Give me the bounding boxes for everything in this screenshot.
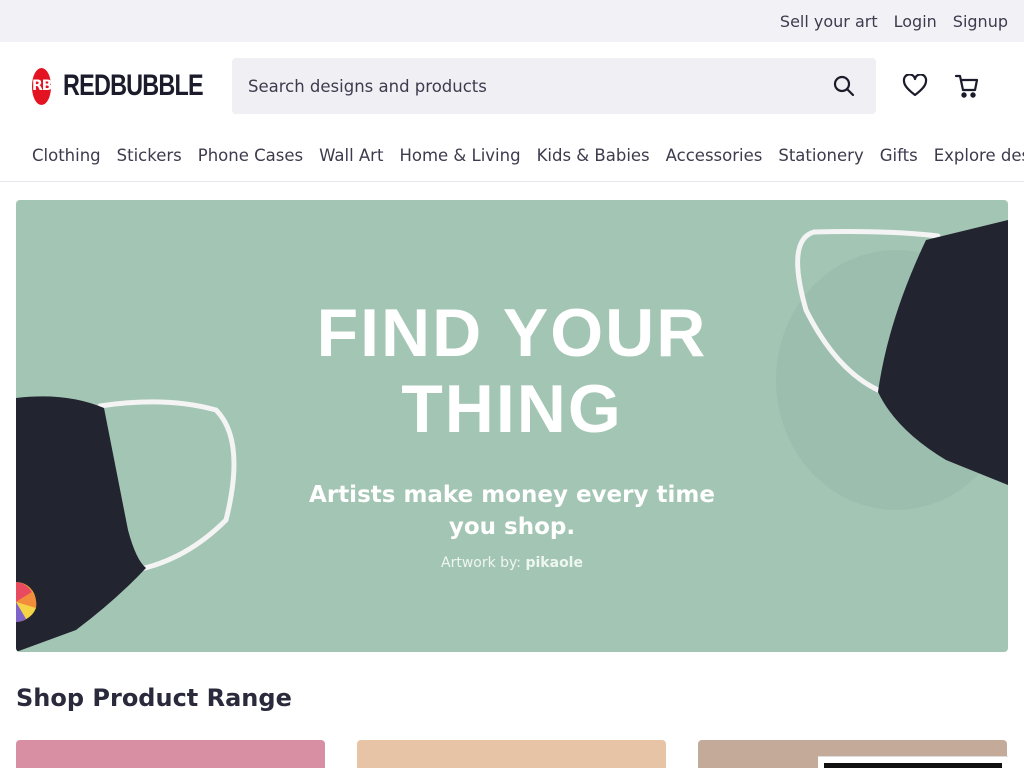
signup-link[interactable]: Signup <box>953 12 1008 31</box>
hero-title-line1: FIND YOUR <box>316 295 708 371</box>
hero-subtitle: Artists make money every time you shop. <box>309 482 715 540</box>
logo[interactable]: RB REDBUBBLE <box>32 67 232 105</box>
heart-icon[interactable] <box>900 72 930 100</box>
credit-prefix: Artwork by: <box>441 555 522 571</box>
credit-artist-link[interactable]: pikaole <box>525 555 583 571</box>
nav-item-explore-designs[interactable]: Explore designs <box>934 146 1024 165</box>
nav-item-wall-art[interactable]: Wall Art <box>319 146 383 165</box>
section-title: Shop Product Range <box>16 684 292 712</box>
nav-item-phone-cases[interactable]: Phone Cases <box>198 146 303 165</box>
hero-content: FIND YOUR THING Artists make money every… <box>16 295 1008 571</box>
logo-wordmark: REDBUBBLE <box>63 69 204 102</box>
hero-title-line2: THING <box>401 371 623 447</box>
nav-item-accessories[interactable]: Accessories <box>666 146 763 165</box>
nav-item-kids-babies[interactable]: Kids & Babies <box>537 146 650 165</box>
site-header: RB REDBUBBLE <box>0 42 1024 130</box>
product-card[interactable] <box>698 740 1008 768</box>
login-link[interactable]: Login <box>894 12 937 31</box>
utility-bar: Sell your art Login Signup <box>0 0 1024 42</box>
hero-banner[interactable]: FIND YOUR THING Artists make money every… <box>16 200 1008 652</box>
search-icon[interactable] <box>828 70 860 102</box>
search-input[interactable] <box>248 76 828 96</box>
nav-item-clothing[interactable]: Clothing <box>32 146 101 165</box>
cart-icon[interactable] <box>952 72 982 100</box>
header-actions <box>900 72 982 100</box>
sell-your-art-link[interactable]: Sell your art <box>780 12 878 31</box>
product-card[interactable] <box>357 740 666 768</box>
product-range-cards <box>16 740 1008 768</box>
frame-inner <box>824 763 1002 768</box>
frame-image <box>818 756 1008 768</box>
product-card[interactable] <box>16 740 325 768</box>
category-nav: Clothing Stickers Phone Cases Wall Art H… <box>0 130 1024 182</box>
nav-item-home-living[interactable]: Home & Living <box>399 146 520 165</box>
nav-item-stickers[interactable]: Stickers <box>117 146 182 165</box>
hero-title: FIND YOUR THING <box>16 295 1008 447</box>
nav-item-gifts[interactable]: Gifts <box>880 146 918 165</box>
nav-item-stationery[interactable]: Stationery <box>778 146 863 165</box>
search-bar <box>232 58 876 114</box>
logo-mark: RB <box>32 67 52 105</box>
artwork-credit: Artwork by: pikaole <box>16 555 1008 571</box>
